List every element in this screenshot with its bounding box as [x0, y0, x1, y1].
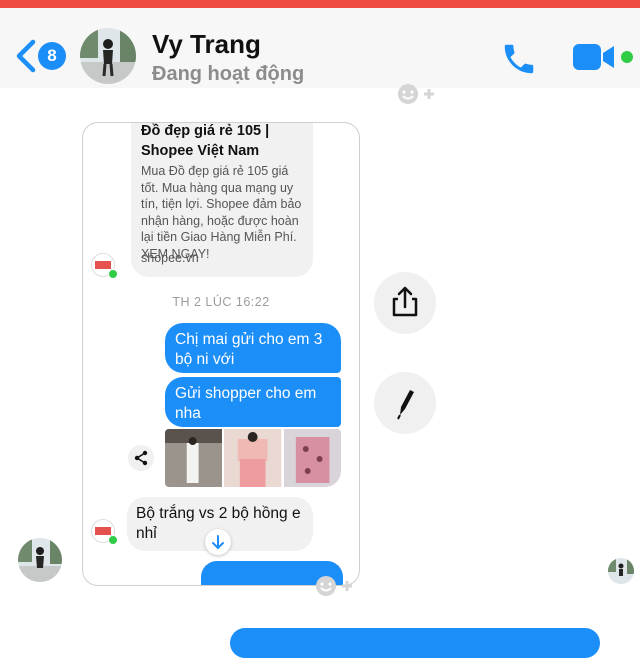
link-preview-description: Mua Đồ đẹp giá rẻ 105 giá tốt. Mua hàng …: [141, 164, 302, 261]
edit-button[interactable]: [374, 372, 436, 434]
video-call-button[interactable]: [572, 42, 616, 77]
seen-avatar: [608, 558, 634, 584]
contact-avatar[interactable]: [80, 28, 136, 84]
call-button[interactable]: [500, 40, 538, 83]
link-preview-title: Đồ đẹp giá rẻ 105 | Shopee Việt Nam: [141, 123, 270, 159]
unread-count-badge[interactable]: 8: [38, 42, 66, 70]
top-strip: [0, 0, 640, 8]
contact-name: Vy Trang: [152, 29, 261, 59]
message-timestamp: TH 2 LÚC 16:22: [172, 295, 270, 309]
reaction-button[interactable]: [394, 84, 440, 106]
contact-avatar-small: [18, 538, 62, 582]
sender-online-dot: [108, 535, 118, 545]
sent-message[interactable]: Gửi shopper cho em nha: [165, 377, 341, 427]
reaction-button[interactable]: [312, 576, 358, 598]
sender-online-dot: [108, 269, 118, 279]
arrow-down-icon: [212, 535, 224, 550]
scroll-down-button[interactable]: [205, 529, 231, 555]
phone-icon: [504, 44, 534, 74]
sent-message-partial[interactable]: [230, 628, 600, 658]
photo-thumbnail[interactable]: [224, 429, 282, 487]
link-preview-card[interactable]: Đồ đẹp giá rẻ 105 | Shopee Việt Nam Mua …: [131, 123, 313, 277]
chevron-left-icon: [16, 39, 36, 73]
photo-thumbnail[interactable]: [283, 429, 341, 487]
video-camera-icon: [573, 44, 614, 70]
back-button[interactable]: [14, 38, 38, 79]
sent-message[interactable]: Chị mai gửi cho em 3 bộ ni với: [165, 323, 341, 373]
share-icon: [392, 286, 418, 317]
smiley-plus-icon: [398, 84, 434, 104]
conversation-header: 8 Vy Trang Đang hoạt động: [0, 8, 640, 88]
shared-screenshot[interactable]: Đồ đẹp giá rẻ 105 | Shopee Việt Nam Mua …: [82, 122, 360, 586]
photo-thumbnail[interactable]: [165, 429, 223, 487]
smiley-plus-icon: [316, 576, 352, 596]
share-button[interactable]: [128, 445, 154, 471]
share-icon: [134, 450, 148, 466]
pencil-icon: [397, 390, 414, 420]
shared-photos[interactable]: [165, 429, 341, 487]
online-indicator: [621, 51, 633, 63]
forward-button[interactable]: [374, 272, 436, 334]
link-preview-domain: shopee.vn: [141, 251, 199, 265]
active-status: Đang hoạt động: [152, 63, 305, 85]
